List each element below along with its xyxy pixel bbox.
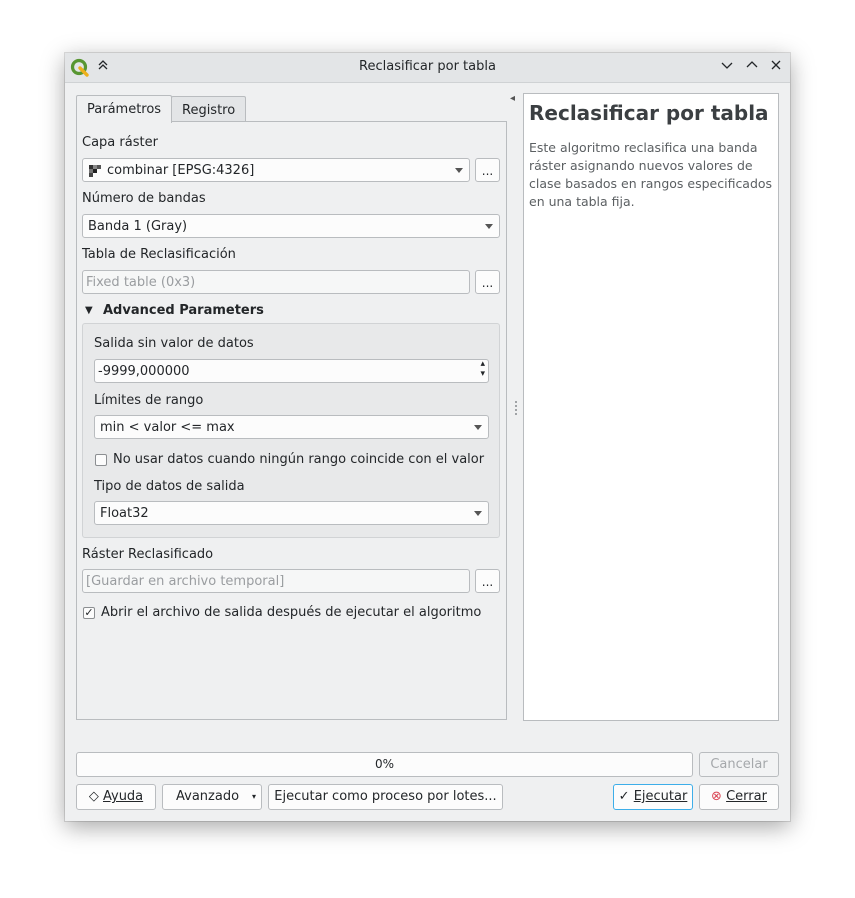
dtype-combo[interactable]: Float32 — [94, 501, 489, 525]
chevron-down-icon — [474, 511, 482, 516]
raster-layer-icon — [89, 165, 101, 177]
band-value: Banda 1 (Gray) — [88, 219, 188, 234]
help-text: Este algoritmo reclasifica una banda rás… — [529, 140, 773, 209]
raster-layer-value: combinar [EPSG:4326] — [107, 163, 255, 178]
no-match-label: No usar datos cuando ningún rango coinci… — [113, 452, 485, 467]
range-label: Límites de rango — [94, 393, 204, 408]
processing-dialog: Reclasificar por tabla Parámetros Regist… — [65, 53, 790, 821]
dtype-value: Float32 — [100, 506, 149, 521]
collapse-triangle-icon[interactable]: ▼ — [85, 305, 93, 316]
spin-up-icon[interactable]: ▴ — [480, 359, 485, 369]
chevron-down-icon: ▾ — [251, 792, 256, 801]
chevron-down-icon — [485, 224, 493, 229]
close-button[interactable]: ⊗ Cerrar — [699, 784, 779, 810]
help-panel: Reclasificar por tabla Este algoritmo re… — [523, 93, 779, 721]
progress-bar: 0% — [76, 752, 693, 777]
cancel-button[interactable]: Cancelar — [699, 752, 779, 777]
close-icon[interactable] — [769, 58, 783, 76]
raster-layer-label: Capa ráster — [82, 135, 158, 150]
help-button-label: Ayuda — [102, 789, 144, 804]
range-value: min < valor <= max — [100, 420, 235, 435]
table-field[interactable]: Fixed table (0x3) — [82, 270, 470, 294]
run-button-label: Ejecutar — [633, 789, 688, 804]
raster-layer-browse-button[interactable]: ... — [475, 158, 500, 182]
collapse-help-icon[interactable]: ◂ — [510, 93, 515, 104]
nodata-spinbox[interactable]: -9999,000000 ▴ ▾ — [94, 359, 489, 383]
no-match-checkbox[interactable] — [95, 454, 107, 466]
open-output-checkbox[interactable]: ✓ — [83, 607, 95, 619]
run-button[interactable]: ✓ Ejecutar — [613, 784, 693, 810]
chevron-down-icon — [455, 168, 463, 173]
nodata-value: -9999,000000 — [98, 364, 190, 379]
advanced-dropdown-button[interactable]: Avanzado ▾ — [162, 784, 262, 810]
help-icon: ◇ — [88, 789, 99, 804]
help-title: Reclasificar por tabla — [529, 101, 769, 125]
help-button[interactable]: ◇ Ayuda — [76, 784, 156, 810]
advanced-parameters-header[interactable]: Advanced Parameters — [103, 303, 264, 318]
maximize-icon[interactable] — [745, 58, 759, 76]
minimize-icon[interactable] — [720, 58, 734, 76]
tab-registro[interactable]: Registro — [171, 96, 247, 122]
range-combo[interactable]: min < valor <= max — [94, 415, 489, 439]
close-button-label: Cerrar — [726, 789, 767, 804]
tab-parametros[interactable]: Parámetros — [76, 95, 173, 123]
nodata-label: Salida sin valor de datos — [94, 336, 254, 351]
window-title: Reclasificar por tabla — [359, 59, 496, 74]
close-circle-icon: ⊗ — [711, 789, 722, 804]
band-label: Número de bandas — [82, 191, 206, 206]
table-label: Tabla de Reclasificación — [82, 247, 236, 262]
chevron-down-icon — [474, 425, 482, 430]
check-icon: ✓ — [618, 789, 630, 804]
output-label: Ráster Reclasificado — [82, 547, 214, 562]
open-output-label: Abrir el archivo de salida después de ej… — [101, 605, 482, 620]
spin-down-icon[interactable]: ▾ — [480, 369, 485, 379]
advanced-button-label: Avanzado — [176, 789, 240, 804]
raster-layer-combo[interactable]: combinar [EPSG:4326] — [82, 158, 470, 182]
table-edit-button[interactable]: ... — [475, 270, 500, 294]
dtype-label: Tipo de datos de salida — [94, 479, 245, 494]
title-bar: Reclasificar por tabla — [65, 53, 790, 83]
splitter-handle[interactable] — [515, 401, 517, 417]
output-browse-button[interactable]: ... — [475, 569, 500, 593]
batch-process-button[interactable]: Ejecutar como proceso por lotes... — [268, 784, 503, 810]
band-combo[interactable]: Banda 1 (Gray) — [82, 214, 500, 238]
output-field[interactable]: [Guardar en archivo temporal] — [82, 569, 470, 593]
